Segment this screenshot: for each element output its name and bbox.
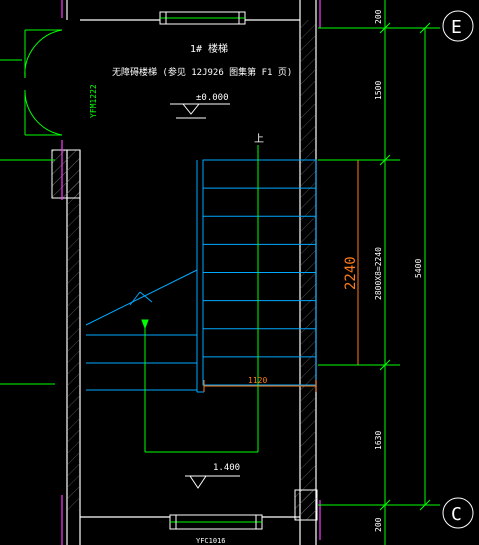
stair-plan-drawing: 上 1120 2240 200 1500 2800X8=2240 1630 20… [0,0,479,545]
dim-1500: 1500 [374,81,383,100]
elevation-landing: 1.400 [213,463,240,473]
dim-overall: 5400 [414,259,423,278]
dim-200-bottom: 200 [374,517,383,532]
run-width-label: 1120 [248,376,267,385]
dim-200-top: 200 [374,9,383,24]
bottom-window-label: YFC1016 [196,537,226,545]
run-length-label: 2240 [343,256,359,290]
elevation-top: ±0.000 [196,93,229,103]
axis-label-bottom: C [451,504,462,525]
axis-label-top: E [451,17,462,38]
dim-1630: 1630 [374,431,383,450]
drawing-title: 1# 楼梯 [190,42,228,55]
door-label: YFM1222 [89,84,98,118]
dim-2240-formula: 2800X8=2240 [374,247,383,300]
up-label: 上 [254,133,264,145]
drawing-subtitle: 无障碍楼梯 (参见 12J926 图集第 F1 页) [112,66,292,78]
